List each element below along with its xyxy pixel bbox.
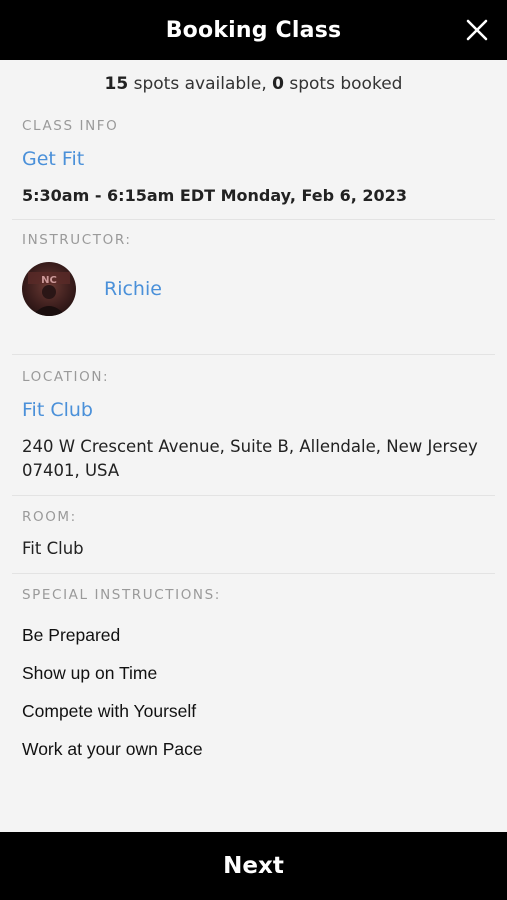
instructor-avatar[interactable]: NC	[22, 262, 76, 316]
instruction-item: Work at your own Pace	[22, 739, 203, 759]
room-section: ROOM: Fit Club	[0, 496, 507, 573]
class-info-label: CLASS INFO	[22, 118, 119, 134]
class-info-section: CLASS INFO Get Fit 5:30am - 6:15am EDT M…	[0, 108, 507, 219]
class-datetime: 5:30am - 6:15am EDT Monday, Feb 6, 2023	[22, 186, 407, 205]
location-label: LOCATION:	[22, 369, 110, 385]
location-name-link[interactable]: Fit Club	[22, 399, 485, 421]
special-instructions-label: SPECIAL INSTRUCTIONS:	[22, 587, 221, 603]
instruction-item: Show up on Time	[22, 663, 158, 683]
room-label: ROOM:	[22, 509, 77, 525]
class-name-link[interactable]: Get Fit	[22, 148, 485, 170]
instructor-section: INSTRUCTOR: NC Richie	[0, 220, 507, 354]
close-button[interactable]	[461, 14, 493, 46]
instruction-item: Compete with Yourself	[22, 701, 197, 721]
availability-summary: 15 spots available, 0 spots booked	[0, 60, 507, 108]
header-bar: Booking Class	[0, 0, 507, 60]
spots-booked-text: spots booked	[283, 74, 403, 94]
instruction-item: Be Prepared	[22, 625, 121, 645]
special-instructions-section: SPECIAL INSTRUCTIONS: Be Prepared Show u…	[0, 574, 507, 777]
room-name: Fit Club	[22, 539, 84, 558]
address-line-1: 240 W Crescent Avenue, Suite B, Allendal…	[22, 437, 478, 456]
location-section: LOCATION: Fit Club 240 W Crescent Avenue…	[0, 355, 507, 495]
next-button-label: Next	[223, 853, 284, 879]
instructor-label: INSTRUCTOR:	[22, 232, 132, 248]
next-button[interactable]: Next	[0, 832, 507, 900]
spots-available-count: 15	[104, 74, 129, 94]
instructor-name-link[interactable]: Richie	[104, 278, 162, 300]
page-title: Booking Class	[165, 17, 342, 43]
spots-booked-count: 0	[272, 74, 284, 94]
booking-details: 15 spots available, 0 spots booked CLASS…	[0, 60, 507, 777]
location-address: 240 W Crescent Avenue, Suite B, Allendal…	[22, 435, 485, 483]
special-instructions-list: Be Prepared Show up on Time Compete with…	[22, 625, 485, 777]
address-line-2: 07401, USA	[22, 461, 120, 480]
spots-available-text: spots available,	[128, 74, 273, 94]
svg-text:NC: NC	[41, 275, 57, 286]
avatar-image: NC	[28, 272, 70, 316]
close-icon	[466, 19, 488, 41]
instructor-row: NC Richie	[22, 262, 485, 316]
